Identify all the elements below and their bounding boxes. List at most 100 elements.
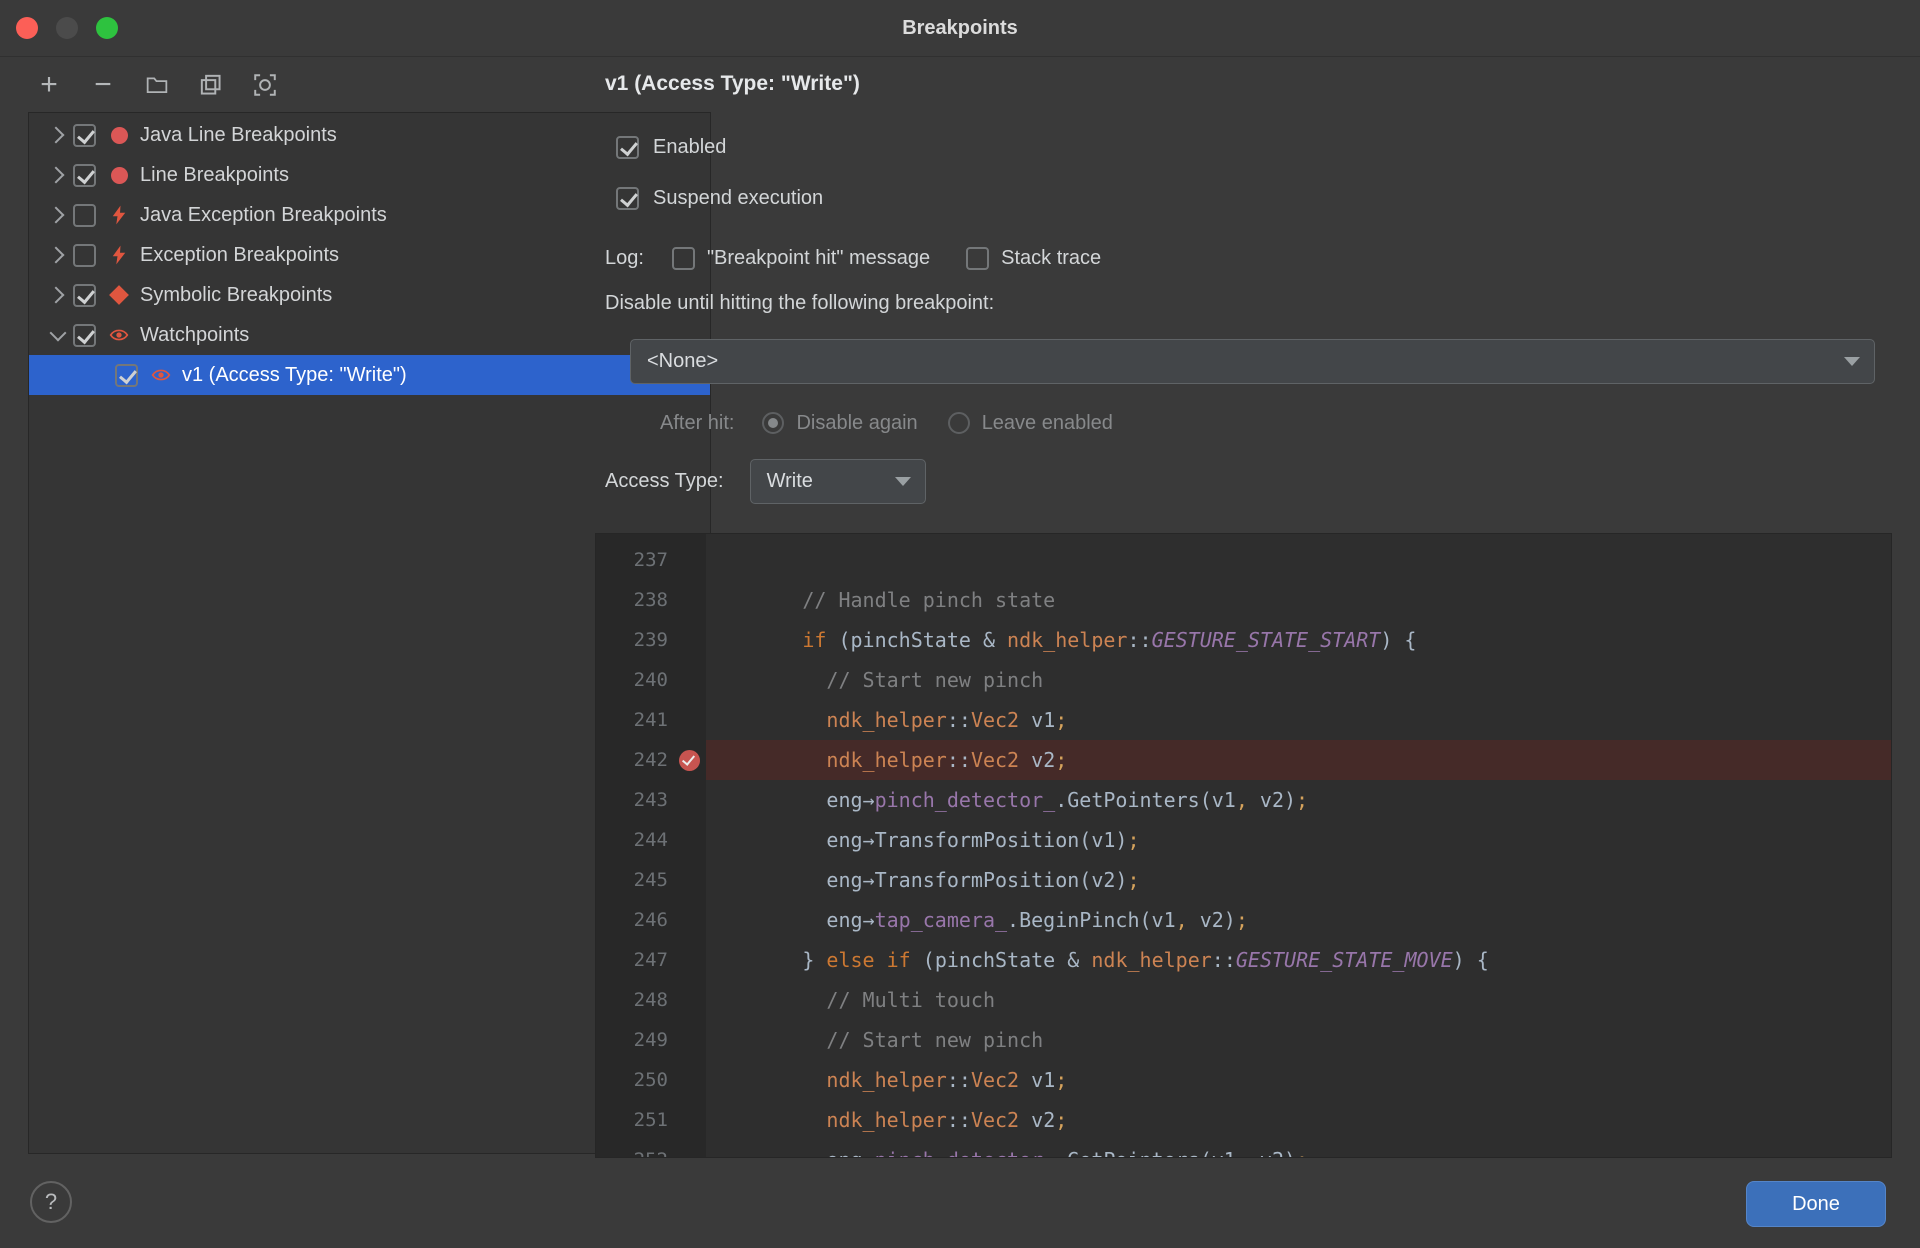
line-number: 251	[633, 1109, 668, 1131]
group-by-package-button[interactable]	[194, 69, 228, 101]
line-number: 244	[633, 829, 668, 851]
tree-item-checkbox[interactable]	[73, 323, 96, 347]
tree-item-label: Symbolic Breakpoints	[140, 283, 333, 306]
tree-item-label: v1 (Access Type: "Write")	[182, 363, 407, 386]
line-gutter[interactable]: 240	[596, 660, 706, 700]
leave-enabled-label: Leave enabled	[981, 411, 1113, 434]
line-gutter[interactable]: 243	[596, 780, 706, 820]
log-label: Log:	[605, 246, 644, 269]
disable-until-label: Disable until hitting the following brea…	[605, 292, 995, 314]
line-gutter[interactable]: 241	[596, 700, 706, 740]
watchpoint-eye-icon	[148, 362, 174, 388]
enabled-label: Enabled	[653, 135, 727, 158]
breakpoint-slot	[676, 948, 702, 972]
titlebar: Breakpoints	[0, 0, 1920, 57]
line-number: 245	[633, 869, 668, 891]
enabled-row[interactable]: Enabled	[616, 131, 726, 163]
code-text: ndk_helper::Vec2 v1;	[826, 708, 1068, 732]
tree-item-checkbox[interactable]	[73, 243, 96, 267]
minimize-button[interactable]	[56, 17, 78, 39]
code-text: ndk_helper::Vec2 v2;	[706, 740, 1891, 780]
disable-again-radio[interactable]	[762, 412, 785, 434]
tree-item[interactable]: v1 (Access Type: "Write")	[29, 355, 710, 395]
code-line: 248 // Multi touch	[596, 980, 1891, 1020]
remove-button[interactable]: −	[86, 68, 120, 101]
close-button[interactable]	[16, 17, 38, 39]
breakpoint-slot	[676, 1068, 702, 1092]
tree-item-checkbox[interactable]	[73, 283, 96, 307]
breakpoint-hit-message-checkbox[interactable]	[671, 246, 695, 270]
chevron-right-icon[interactable]	[43, 240, 73, 270]
add-button[interactable]: +	[32, 68, 66, 101]
tree-item[interactable]: Watchpoints	[29, 315, 710, 355]
chevron-down-icon[interactable]	[43, 320, 73, 350]
line-gutter[interactable]: 251	[596, 1100, 706, 1140]
code-text: // Multi touch	[826, 988, 995, 1012]
tree-item[interactable]: Java Exception Breakpoints	[29, 195, 710, 235]
tree-item-checkbox[interactable]	[73, 203, 96, 227]
breakpoint-slot	[676, 1148, 702, 1157]
exception-bolt-icon	[106, 242, 132, 268]
breakpoint-slot	[676, 828, 702, 852]
help-button[interactable]: ?	[30, 1181, 72, 1223]
chevron-right-icon[interactable]	[43, 280, 73, 310]
line-gutter[interactable]: 247	[596, 940, 706, 980]
exception-bolt-icon	[106, 202, 132, 228]
line-number: 238	[633, 589, 668, 611]
detail-title: v1 (Access Type: "Write")	[605, 72, 860, 95]
zoom-button[interactable]	[96, 17, 118, 39]
line-gutter[interactable]: 242	[596, 740, 706, 780]
line-gutter[interactable]: 249	[596, 1020, 706, 1060]
breakpoint-slot	[676, 1028, 702, 1052]
code-line: 249 // Start new pinch	[596, 1020, 1891, 1060]
stack-trace-checkbox[interactable]	[966, 246, 990, 270]
code-text: // Start new pinch	[826, 1028, 1044, 1052]
line-gutter[interactable]: 245	[596, 860, 706, 900]
line-number: 239	[633, 629, 668, 651]
access-type-dropdown[interactable]: Write	[749, 458, 926, 504]
line-number: 248	[633, 989, 668, 1011]
tree-item[interactable]: Line Breakpoints	[29, 155, 710, 195]
enabled-checkbox[interactable]	[616, 135, 639, 159]
tree-item-checkbox[interactable]	[115, 363, 138, 387]
line-number: 250	[633, 1069, 668, 1091]
done-button[interactable]: Done	[1746, 1181, 1886, 1227]
code-text: eng→pinch_detector_.GetPointers(v1, v2);	[706, 788, 1309, 812]
tree-item-checkbox[interactable]	[73, 163, 96, 187]
breakpoint-slot	[676, 788, 702, 812]
breakpoint-icon[interactable]	[676, 748, 702, 772]
chevron-right-icon[interactable]	[43, 160, 73, 190]
chevron-right-icon[interactable]	[43, 120, 73, 150]
line-number: 247	[633, 949, 668, 971]
breakpoint-slot	[676, 628, 702, 652]
line-gutter[interactable]: 250	[596, 1060, 706, 1100]
window-title: Breakpoints	[902, 16, 1018, 39]
tree-item-checkbox[interactable]	[73, 123, 96, 147]
suspend-row[interactable]: Suspend execution	[616, 182, 823, 214]
line-gutter[interactable]: 237	[596, 540, 706, 580]
line-gutter[interactable]: 244	[596, 820, 706, 860]
suspend-execution-checkbox[interactable]	[616, 186, 639, 210]
group-by-file-button[interactable]	[140, 69, 174, 101]
line-gutter[interactable]: 248	[596, 980, 706, 1020]
tree-item[interactable]: Java Line Breakpoints	[29, 115, 710, 155]
access-type-label: Access Type:	[605, 469, 724, 492]
line-gutter[interactable]: 238	[596, 580, 706, 620]
code-line: 246 eng→tap_camera_.BeginPinch(v1, v2);	[596, 900, 1891, 940]
breakpoint-circle-icon	[106, 162, 132, 188]
line-gutter[interactable]: 239	[596, 620, 706, 660]
line-gutter[interactable]: 252	[596, 1140, 706, 1157]
symbolic-diamond-icon	[106, 282, 132, 308]
code-line: 240 // Start new pinch	[596, 660, 1891, 700]
group-by-class-button[interactable]	[248, 69, 282, 101]
line-gutter[interactable]: 246	[596, 900, 706, 940]
access-type-value: Write	[766, 469, 813, 492]
disable-until-dropdown[interactable]: <None>	[630, 339, 1875, 384]
leave-enabled-radio[interactable]	[947, 412, 970, 434]
line-number: 242	[633, 749, 668, 771]
line-number: 240	[633, 669, 668, 691]
breakpoint-slot	[676, 588, 702, 612]
chevron-right-icon[interactable]	[43, 200, 73, 230]
breakpoints-dialog: Breakpoints + − Java Line Breakpoints Li…	[0, 0, 1920, 1248]
